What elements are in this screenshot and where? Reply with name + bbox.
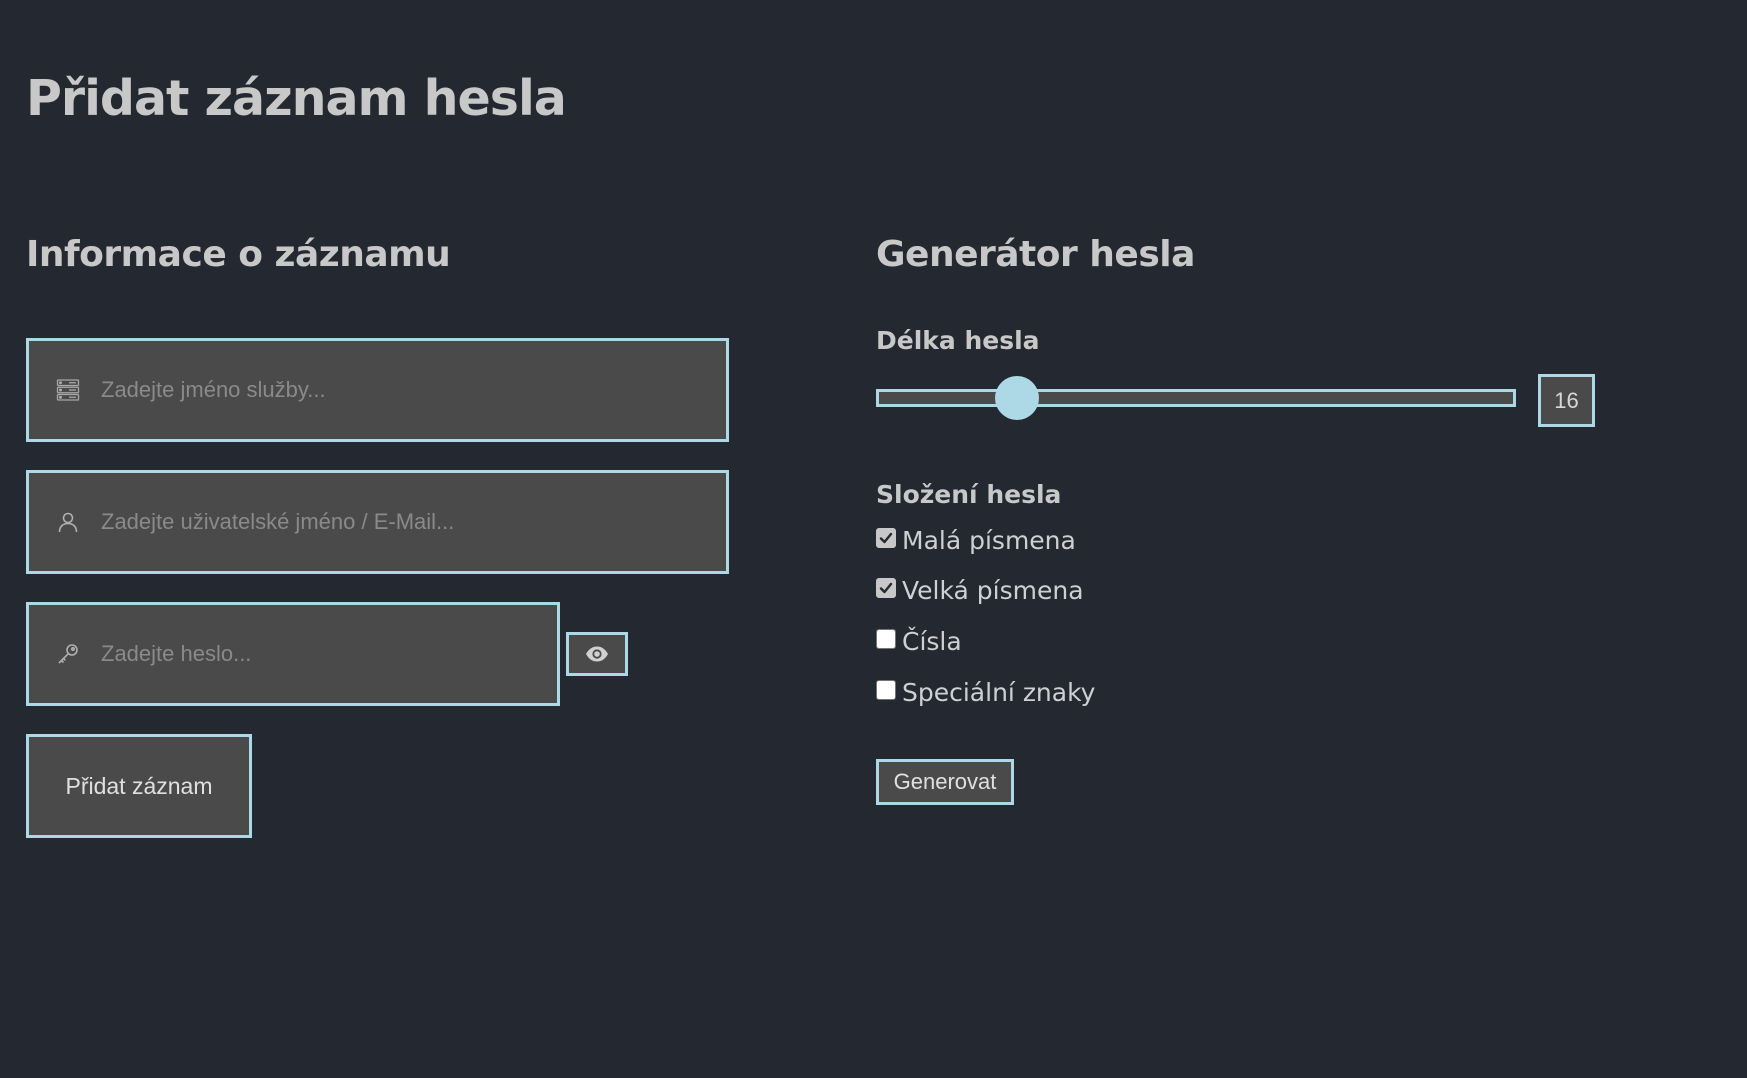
password-input[interactable] bbox=[101, 605, 557, 703]
option-lowercase-label: Malá písmena bbox=[902, 526, 1076, 555]
length-value: 16 bbox=[1538, 374, 1595, 427]
length-slider-track[interactable] bbox=[876, 389, 1516, 407]
user-icon bbox=[55, 509, 81, 535]
lowercase-checkbox[interactable] bbox=[876, 527, 896, 548]
server-icon bbox=[55, 377, 81, 403]
option-uppercase-label: Velká písmena bbox=[902, 576, 1084, 605]
entry-section-title: Informace o záznamu bbox=[26, 234, 451, 275]
option-lowercase[interactable]: Malá písmena bbox=[876, 526, 1076, 555]
option-special-label: Speciální znaky bbox=[902, 678, 1096, 707]
composition-label: Složení hesla bbox=[876, 480, 1062, 509]
eye-icon bbox=[585, 646, 609, 662]
username-input[interactable] bbox=[101, 473, 726, 571]
password-field bbox=[26, 602, 560, 706]
special-checkbox[interactable] bbox=[876, 679, 896, 700]
generator-section-title: Generátor hesla bbox=[876, 234, 1195, 275]
service-input[interactable] bbox=[101, 341, 726, 439]
service-field bbox=[26, 338, 729, 442]
uppercase-checkbox[interactable] bbox=[876, 577, 896, 598]
key-icon bbox=[55, 641, 81, 667]
username-field bbox=[26, 470, 729, 574]
option-numbers[interactable]: Čísla bbox=[876, 627, 962, 656]
length-label: Délka hesla bbox=[876, 326, 1040, 355]
option-special[interactable]: Speciální znaky bbox=[876, 678, 1095, 707]
generate-button[interactable]: Generovat bbox=[876, 759, 1014, 805]
numbers-checkbox[interactable] bbox=[876, 628, 896, 649]
add-entry-button[interactable]: Přidat záznam bbox=[26, 734, 252, 838]
length-slider-thumb[interactable] bbox=[994, 376, 1039, 420]
toggle-password-visibility-button[interactable] bbox=[566, 632, 628, 676]
option-numbers-label: Čísla bbox=[902, 627, 962, 656]
option-uppercase[interactable]: Velká písmena bbox=[876, 576, 1084, 605]
page-title: Přidat záznam hesla bbox=[26, 70, 567, 127]
